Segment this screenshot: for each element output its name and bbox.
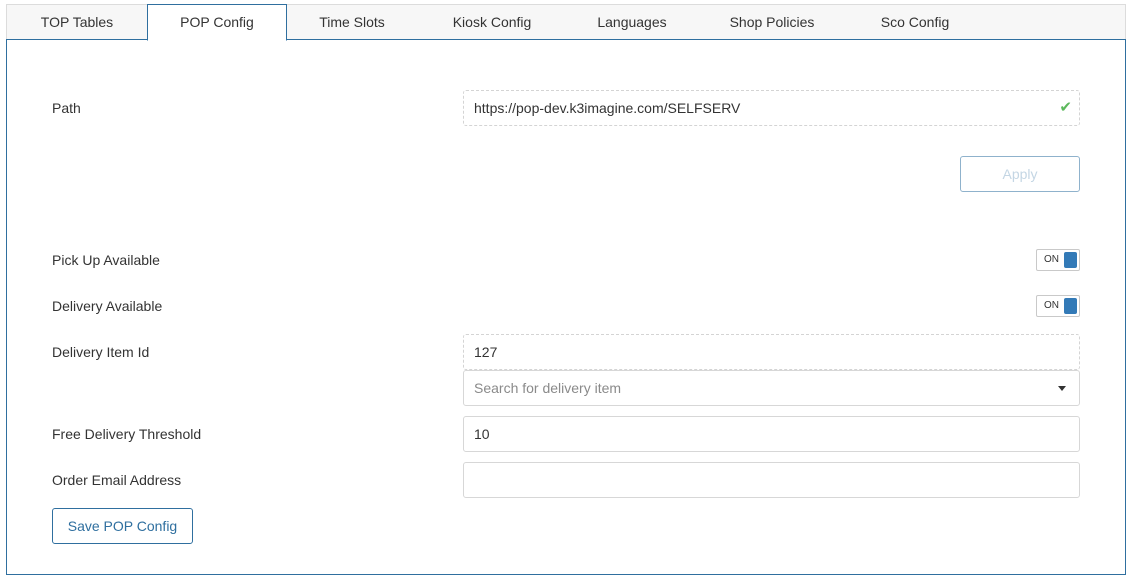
pickup-toggle-state: ON	[1044, 254, 1059, 265]
path-value: https://pop-dev.k3imagine.com/SELFSERV	[474, 100, 741, 116]
save-pop-config-button[interactable]: Save POP Config	[52, 508, 193, 544]
check-icon: ✔	[1059, 99, 1072, 116]
tab-sco-config[interactable]: Sco Config	[847, 5, 983, 40]
delivery-item-id-field: 127	[463, 334, 1080, 370]
order-email-input[interactable]	[463, 462, 1080, 498]
tab-time-slots[interactable]: Time Slots	[287, 5, 417, 40]
tab-languages[interactable]: Languages	[567, 5, 697, 40]
delivery-item-search-select[interactable]: Search for delivery item	[463, 370, 1080, 406]
pickup-available-label: Pick Up Available	[52, 252, 160, 268]
order-email-label: Order Email Address	[52, 472, 182, 488]
delivery-available-toggle[interactable]: ON	[1036, 295, 1080, 317]
free-delivery-threshold-label: Free Delivery Threshold	[52, 426, 202, 442]
tab-bar: TOP Tables POP Config Time Slots Kiosk C…	[6, 4, 1126, 41]
delivery-item-id-label: Delivery Item Id	[52, 344, 150, 360]
free-delivery-threshold-input[interactable]: 10	[463, 416, 1080, 452]
tab-shop-policies[interactable]: Shop Policies	[697, 5, 847, 40]
pickup-available-toggle[interactable]: ON	[1036, 249, 1080, 271]
toggle-knob	[1064, 298, 1077, 314]
delivery-item-search-placeholder: Search for delivery item	[474, 380, 622, 396]
free-delivery-threshold-value: 10	[474, 426, 490, 442]
tab-top-tables[interactable]: TOP Tables	[7, 5, 147, 40]
delivery-item-id-value: 127	[474, 344, 498, 360]
caret-down-icon	[1058, 386, 1066, 391]
path-input[interactable]: https://pop-dev.k3imagine.com/SELFSERV ✔	[463, 90, 1080, 126]
delivery-toggle-state: ON	[1044, 300, 1059, 311]
toggle-knob	[1064, 252, 1077, 268]
delivery-available-label: Delivery Available	[52, 298, 163, 314]
tab-pop-config[interactable]: POP Config	[147, 4, 287, 41]
tab-kiosk-config[interactable]: Kiosk Config	[417, 5, 567, 40]
apply-button[interactable]: Apply	[960, 156, 1080, 192]
path-label: Path	[52, 100, 81, 116]
